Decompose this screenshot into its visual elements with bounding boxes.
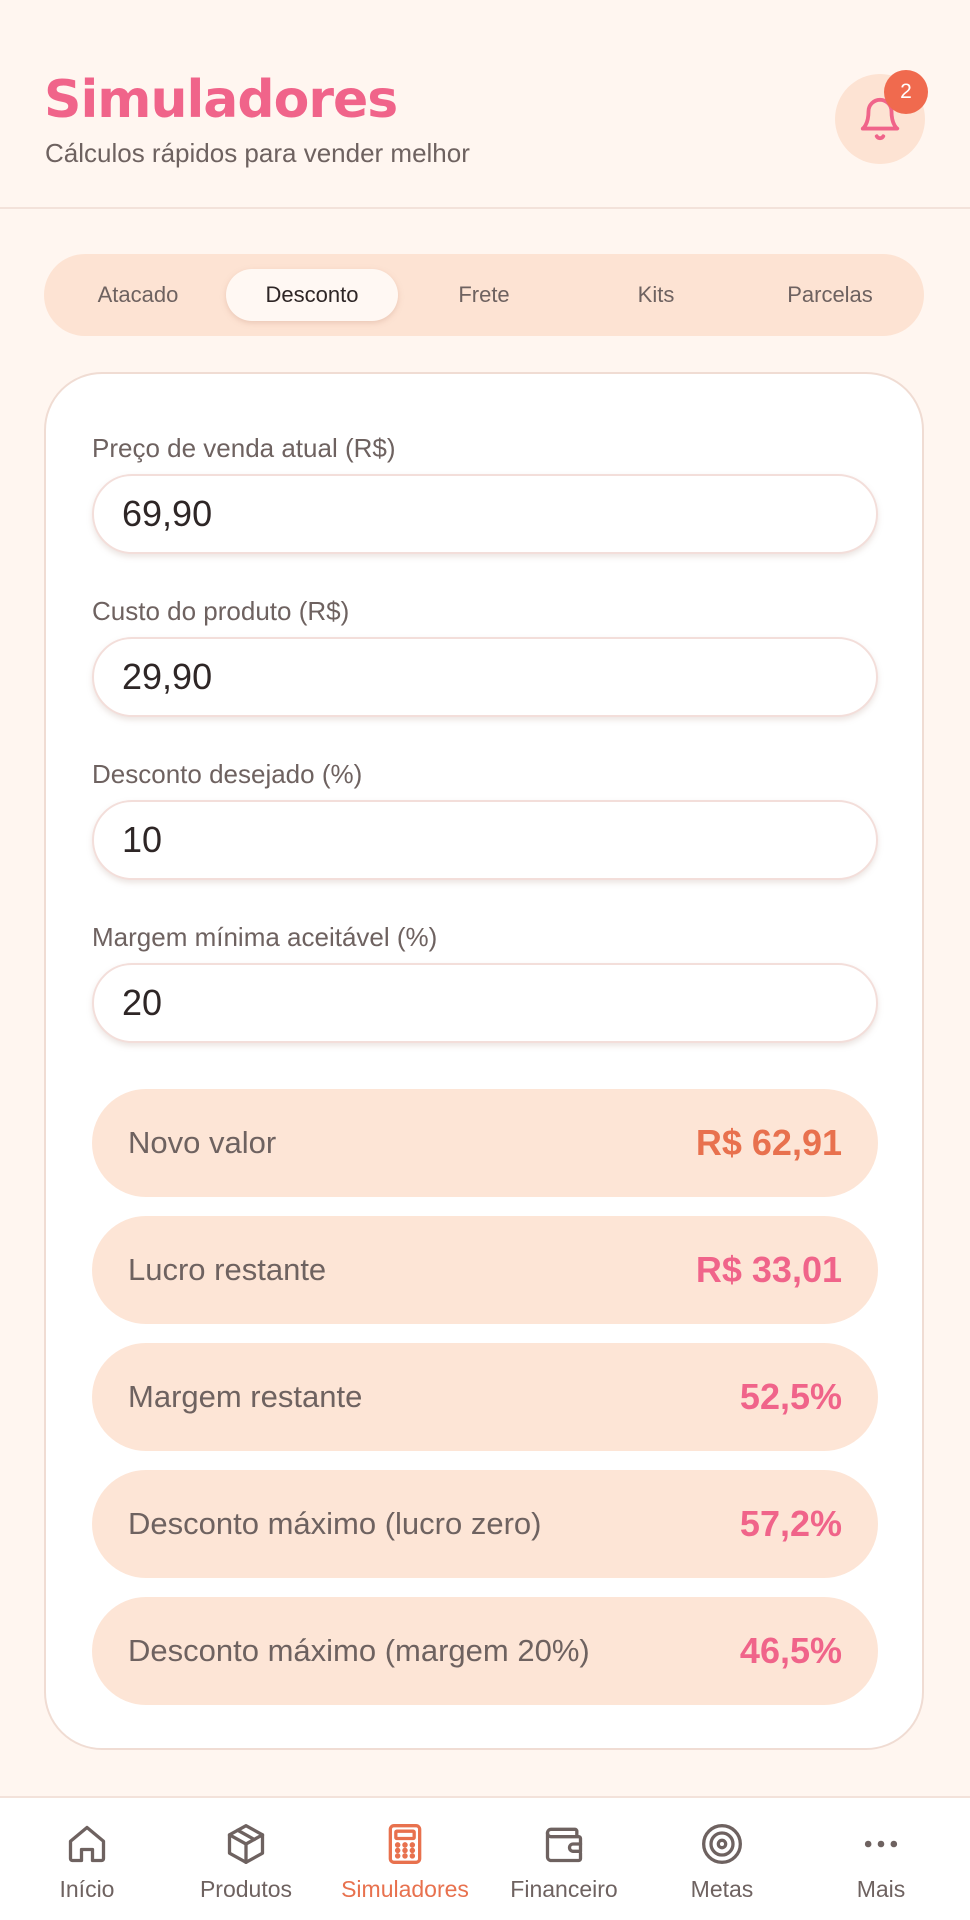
nav-label: Financeiro: [510, 1876, 618, 1902]
discount-label: Desconto desejado (%): [92, 759, 363, 789]
calculator-icon: [388, 1824, 422, 1864]
result-new-value: Novo valor R$ 62,91: [92, 1089, 878, 1197]
result-label: Desconto máximo (lucro zero): [128, 1506, 542, 1541]
result-max-discount-min-margin: Desconto máximo (margem 20%) 46,5%: [92, 1597, 878, 1705]
min-margin-input[interactable]: [92, 963, 878, 1043]
page-title: Simuladores: [44, 70, 398, 130]
min-margin-label: Margem mínima aceitável (%): [92, 922, 438, 952]
tab-frete[interactable]: Frete: [398, 269, 570, 321]
nav-item-simuladores[interactable]: Simuladores: [325, 1798, 485, 1920]
price-label: Preço de venda atual (R$): [92, 433, 396, 463]
home-icon: [68, 1825, 106, 1863]
result-label: Margem restante: [128, 1379, 363, 1414]
tab-kits[interactable]: Kits: [570, 269, 742, 321]
result-remaining-profit: Lucro restante R$ 33,01: [92, 1216, 878, 1324]
nav-item-mais[interactable]: Mais: [801, 1798, 961, 1920]
wallet-icon: [545, 1827, 583, 1863]
result-max-discount-zero-profit: Desconto máximo (lucro zero) 57,2%: [92, 1470, 878, 1578]
more-icon: [864, 1840, 898, 1848]
tab-parcelas[interactable]: Parcelas: [744, 269, 916, 321]
tab-desconto[interactable]: Desconto: [226, 269, 398, 321]
result-remaining-margin: Margem restante 52,5%: [92, 1343, 878, 1451]
bottom-nav: Início Produtos Simuladores Financeiro M…: [0, 1796, 970, 1920]
nav-item-metas[interactable]: Metas: [642, 1798, 802, 1920]
price-input[interactable]: [92, 474, 878, 554]
target-icon: [702, 1824, 742, 1864]
nav-label: Produtos: [199, 1876, 293, 1902]
nav-item-financeiro[interactable]: Financeiro: [484, 1798, 644, 1920]
discount-input[interactable]: [92, 800, 878, 880]
simulator-tabs: Atacado Desconto Frete Kits Parcelas: [44, 254, 924, 336]
app-root: Simuladores Cálculos rápidos para vender…: [0, 0, 970, 1920]
result-value: 52,5%: [739, 1376, 842, 1417]
nav-item-produtos[interactable]: Produtos: [166, 1798, 326, 1920]
cost-input[interactable]: [92, 637, 878, 717]
result-label: Lucro restante: [128, 1252, 327, 1287]
result-label: Desconto máximo (margem 20%): [128, 1633, 590, 1668]
cost-label: Custo do produto (R$): [92, 596, 350, 626]
nav-label: Metas: [690, 1876, 754, 1902]
result-value: 46,5%: [739, 1630, 842, 1671]
nav-label: Mais: [856, 1876, 906, 1902]
result-value: 57,2%: [739, 1503, 842, 1544]
result-label: Novo valor: [128, 1125, 277, 1160]
box-icon: [227, 1824, 265, 1864]
notification-badge: 2: [884, 70, 928, 114]
nav-label: Simuladores: [341, 1876, 469, 1902]
tab-atacado[interactable]: Atacado: [52, 269, 224, 321]
result-value: R$ 62,91: [695, 1122, 842, 1163]
page-subtitle: Cálculos rápidos para vender melhor: [45, 138, 470, 168]
header: Simuladores Cálculos rápidos para vender…: [0, 0, 970, 209]
nav-item-inicio[interactable]: Início: [7, 1798, 167, 1920]
result-value: R$ 33,01: [695, 1249, 842, 1290]
nav-label: Início: [59, 1876, 115, 1902]
